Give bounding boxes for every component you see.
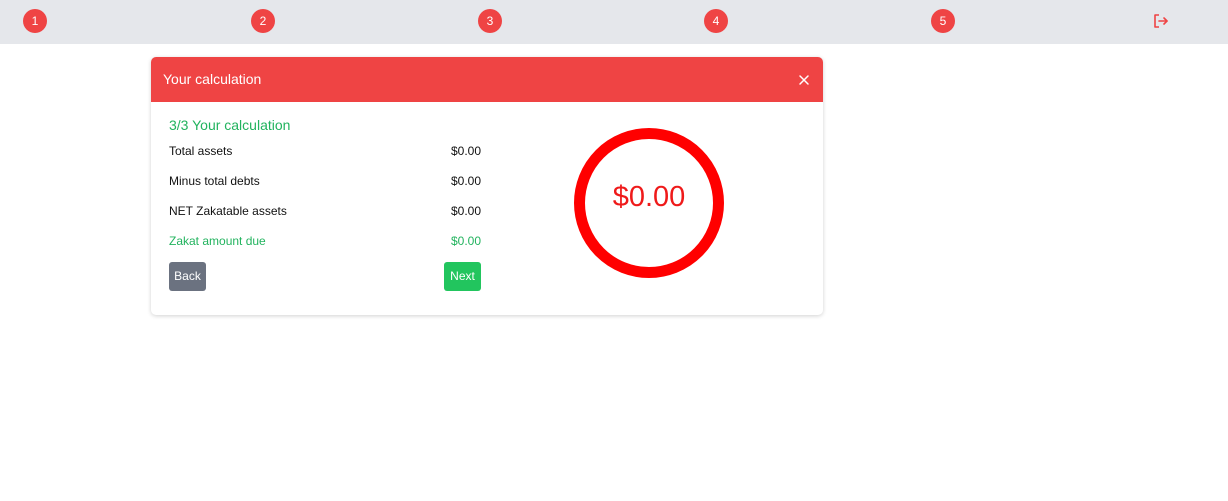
modal-title: Your calculation	[163, 71, 262, 87]
back-button[interactable]: Back	[169, 262, 206, 291]
close-icon[interactable]	[797, 73, 811, 87]
step-3-badge[interactable]: 3	[478, 9, 502, 33]
calculation-modal: Your calculation 3/3 Your calculation To…	[151, 57, 823, 315]
total-debts-value: $0.00	[450, 174, 481, 188]
net-zakatable-value: $0.00	[450, 204, 481, 218]
zakat-due-value: $0.00	[450, 234, 481, 248]
step-2-badge[interactable]: 2	[251, 9, 275, 33]
top-nav-bar: 1 2 3 4 5	[0, 0, 1228, 44]
zakat-amount-ring-value: $0.00	[612, 181, 686, 213]
step-5-badge[interactable]: 5	[931, 9, 955, 33]
step-1-badge[interactable]: 1	[23, 9, 47, 33]
modal-header: Your calculation	[151, 57, 823, 102]
total-assets-label: Total assets	[169, 144, 233, 158]
zakat-due-label: Zakat amount due	[169, 234, 266, 248]
logout-icon[interactable]	[1151, 11, 1171, 31]
net-zakatable-label: NET Zakatable assets	[169, 204, 287, 218]
total-debts-label: Minus total debts	[169, 174, 260, 188]
next-button[interactable]: Next	[444, 262, 481, 291]
step-subtitle: 3/3 Your calculation	[169, 117, 291, 133]
total-assets-value: $0.00	[450, 144, 481, 158]
step-4-badge[interactable]: 4	[704, 9, 728, 33]
